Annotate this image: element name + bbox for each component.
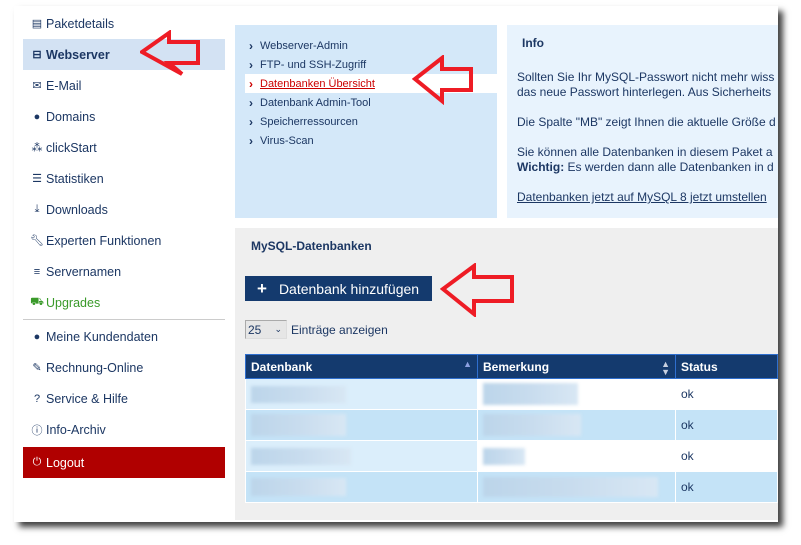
webserver-subnav: › Webserver-Admin › FTP- und SSH-Zugriff ›… — [235, 25, 497, 218]
subnav-speicherressourcen[interactable]: › Speicherressourcen — [235, 112, 497, 131]
info-panel: Info Sollten Sie Ihr MySQL-Passwort nich… — [507, 25, 778, 218]
mysql8-switch-link[interactable]: Datenbanken jetzt auf MySQL 8 jetzt umst… — [517, 190, 767, 204]
info-text: Die Spalte "MB" zeigt Ihnen die aktuelle… — [517, 115, 776, 129]
globe-icon: ● — [33, 110, 41, 123]
table-row[interactable]: ok — [245, 440, 778, 472]
column-header-bemerkung[interactable]: Bemerkung ▲ ▼ — [477, 354, 676, 379]
sidebar-item-domains[interactable]: ● Domains — [23, 101, 225, 132]
sidebar: ▤ Paketdetails ⊟ Webserver ✉ E-Mail ● Domain… — [23, 8, 225, 478]
sort-both-icon: ▲ ▼ — [661, 359, 670, 377]
chevron-right-icon: › — [249, 38, 253, 53]
power-icon: ⏻ — [32, 456, 42, 468]
sidebar-item-statistiken[interactable]: ☰ Statistiken — [23, 163, 225, 194]
chevron-right-icon: › — [249, 57, 253, 72]
logout-button[interactable]: ⏻ Logout — [23, 447, 225, 478]
cart-icon: ⛟ — [30, 295, 44, 308]
hdd-icon: ⊟ — [32, 49, 42, 61]
user-icon: ● — [33, 330, 41, 343]
section-title: MySQL-Datenbanken — [251, 239, 372, 253]
sidebar-item-service-hilfe[interactable]: ? Service & Hilfe — [23, 383, 225, 414]
sort-asc-icon: ▲ — [463, 359, 472, 369]
plus-icon: + — [257, 278, 267, 298]
page-length-control: 25 ⌄ Einträge anzeigen — [245, 320, 388, 339]
sidebar-item-meine-kundendaten[interactable]: ● Meine Kundendaten — [23, 321, 225, 352]
table-row[interactable]: ok — [245, 378, 778, 410]
chevron-right-icon: › — [249, 95, 253, 110]
info-text: Sollten Sie Ihr MySQL-Passwort nicht meh… — [517, 70, 775, 99]
databases-table: Datenbank ▲ Bemerkung ▲ ▼ Status ok ok ok o… — [245, 354, 778, 503]
pencil-icon: ✎ — [32, 362, 42, 374]
chevron-right-icon: › — [249, 133, 253, 148]
sidebar-item-clickstart[interactable]: ⁂ clickStart — [23, 132, 225, 163]
wrench-icon: 🔧︎ — [30, 235, 44, 247]
question-icon: ? — [33, 392, 41, 405]
add-database-button[interactable]: + Datenbank hinzufügen — [245, 276, 432, 301]
annotation-arrow-icon — [412, 55, 473, 105]
subnav-webserver-admin[interactable]: › Webserver-Admin — [235, 36, 497, 55]
sidebar-divider — [23, 319, 225, 320]
cubes-icon: ⁂ — [31, 142, 43, 154]
page-length-select[interactable]: 25 ⌄ — [245, 320, 287, 339]
info-title: Info — [522, 36, 544, 50]
sidebar-item-experten-funktionen[interactable]: 🔧︎ Experten Funktionen — [23, 225, 225, 256]
annotation-arrow-icon — [440, 263, 514, 317]
sidebar-item-upgrades[interactable]: ⛟ Upgrades — [23, 287, 225, 318]
info-text: Sie können alle Datenbanken in diesem Pa… — [517, 145, 774, 174]
annotation-arrow-icon — [140, 30, 200, 76]
sidebar-item-downloads[interactable]: ⤓ Downloads — [23, 194, 225, 225]
envelope-icon: ✉ — [32, 80, 42, 92]
chevron-down-icon: ⌄ — [274, 324, 282, 334]
list-icon: ▤ — [31, 18, 43, 30]
table-row[interactable]: ok — [245, 409, 778, 441]
column-header-datenbank[interactable]: Datenbank ▲ — [245, 354, 478, 379]
stats-icon: ☰ — [32, 173, 42, 185]
subnav-virus-scan[interactable]: › Virus-Scan — [235, 131, 497, 150]
info-icon: ⓘ — [31, 424, 43, 437]
bars-icon: ≡ — [33, 265, 41, 278]
column-header-status[interactable]: Status — [675, 354, 778, 379]
sidebar-item-servernamen[interactable]: ≡ Servernamen — [23, 256, 225, 287]
download-icon: ⤓ — [34, 203, 40, 215]
chevron-right-icon: › — [249, 114, 253, 129]
sidebar-item-info-archiv[interactable]: ⓘ Info-Archiv — [23, 414, 225, 445]
chevron-right-icon: › — [249, 76, 253, 91]
sidebar-item-rechnung-online[interactable]: ✎ Rechnung-Online — [23, 352, 225, 383]
table-row[interactable]: ok — [245, 471, 778, 503]
